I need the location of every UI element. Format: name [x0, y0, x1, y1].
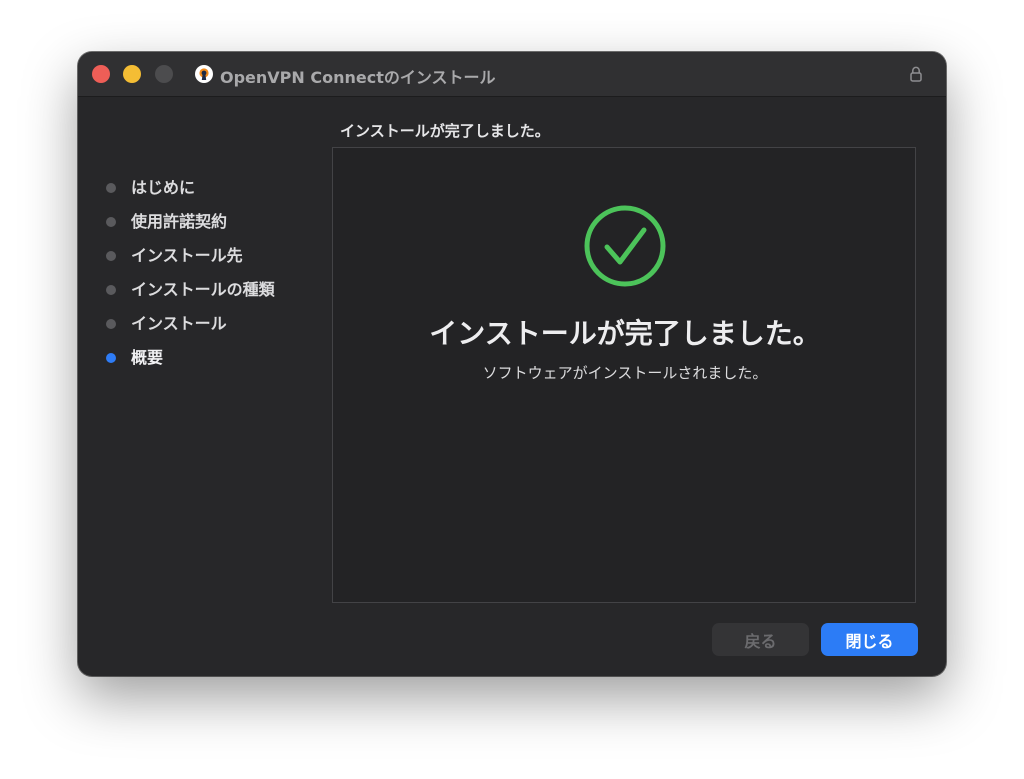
installer-steps-sidebar: はじめに 使用許諾契約 インストール先 インストールの種類 インストール 概要 [104, 176, 324, 380]
close-button[interactable]: 閉じる [821, 623, 918, 656]
sidebar-step-label: はじめに [131, 178, 196, 197]
completion-message: ソフトウェアがインストールされました。 [482, 364, 768, 382]
title-bar[interactable]: OpenVPN Connectのインストール [78, 52, 946, 97]
minimize-window-button[interactable] [123, 65, 141, 83]
sidebar-step-summary: 概要 [104, 346, 324, 380]
sidebar-step-label: インストール先 [131, 246, 243, 265]
sidebar-step-label: 使用許諾契約 [131, 212, 228, 231]
sidebar-step-installation-type: インストールの種類 [104, 278, 324, 312]
installer-window: OpenVPN Connectのインストール インストールが完了しました。 はじ… [78, 52, 946, 676]
sidebar-step-installation: インストール [104, 312, 324, 346]
sidebar-step-license: 使用許諾契約 [104, 210, 324, 244]
sidebar-step-introduction: はじめに [104, 176, 324, 210]
close-window-button[interactable] [92, 65, 110, 83]
window-title: OpenVPN Connectのインストール [220, 68, 496, 87]
back-button[interactable]: 戻る [712, 623, 809, 656]
content-panel: インストールが完了しました。 ソフトウェアがインストールされました。 [332, 147, 916, 603]
completion-title: インストールが完了しました。 [429, 317, 821, 350]
step-bullet [106, 217, 116, 227]
sidebar-step-label: 概要 [131, 348, 164, 367]
step-bullet [106, 285, 116, 295]
sidebar-step-label: インストールの種類 [131, 280, 275, 299]
sidebar-step-destination: インストール先 [104, 244, 324, 278]
lock-icon [909, 66, 923, 82]
step-bullet [106, 319, 116, 329]
step-header: インストールが完了しました。 [340, 122, 550, 140]
zoom-window-button [155, 65, 173, 83]
checkmark-circle-icon [582, 203, 668, 289]
step-bullet [106, 183, 116, 193]
active-step-bullet [106, 353, 116, 363]
step-bullet [106, 251, 116, 261]
sidebar-step-label: インストール [131, 314, 227, 333]
openvpn-app-icon [195, 65, 213, 83]
